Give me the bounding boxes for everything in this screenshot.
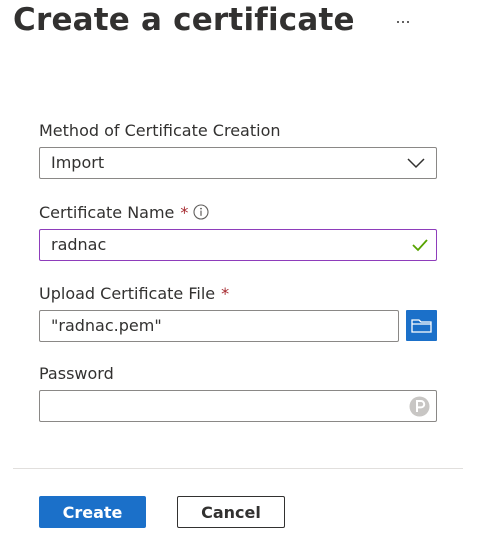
password-label: Password [39, 364, 114, 383]
upload-file-value: "radnac.pem" [51, 316, 162, 335]
method-label: Method of Certificate Creation [39, 121, 281, 140]
browse-file-button[interactable] [406, 310, 437, 341]
method-selected-value: Import [51, 153, 105, 172]
chevron-down-icon [407, 158, 425, 169]
divider [13, 468, 463, 469]
method-dropdown[interactable]: Import [39, 147, 437, 179]
info-icon[interactable] [193, 204, 209, 220]
password-manager-icon[interactable] [409, 396, 430, 417]
password-input[interactable] [39, 390, 437, 422]
page-title: Create a certificate [13, 2, 355, 38]
certificate-name-label: Certificate Name * [39, 203, 189, 222]
cancel-button[interactable]: Cancel [177, 496, 285, 528]
upload-file-label: Upload Certificate File * [39, 284, 230, 303]
ellipsis-icon [397, 21, 399, 23]
required-asterisk: * [180, 203, 189, 222]
certificate-name-input[interactable]: radnac [39, 229, 437, 261]
create-button[interactable]: Create [39, 496, 146, 528]
checkmark-icon [412, 239, 428, 252]
more-options-button[interactable] [392, 12, 414, 32]
folder-icon [411, 319, 432, 333]
certificate-name-value: radnac [51, 235, 107, 254]
required-asterisk: * [221, 284, 230, 303]
upload-file-input[interactable]: "radnac.pem" [39, 310, 399, 342]
